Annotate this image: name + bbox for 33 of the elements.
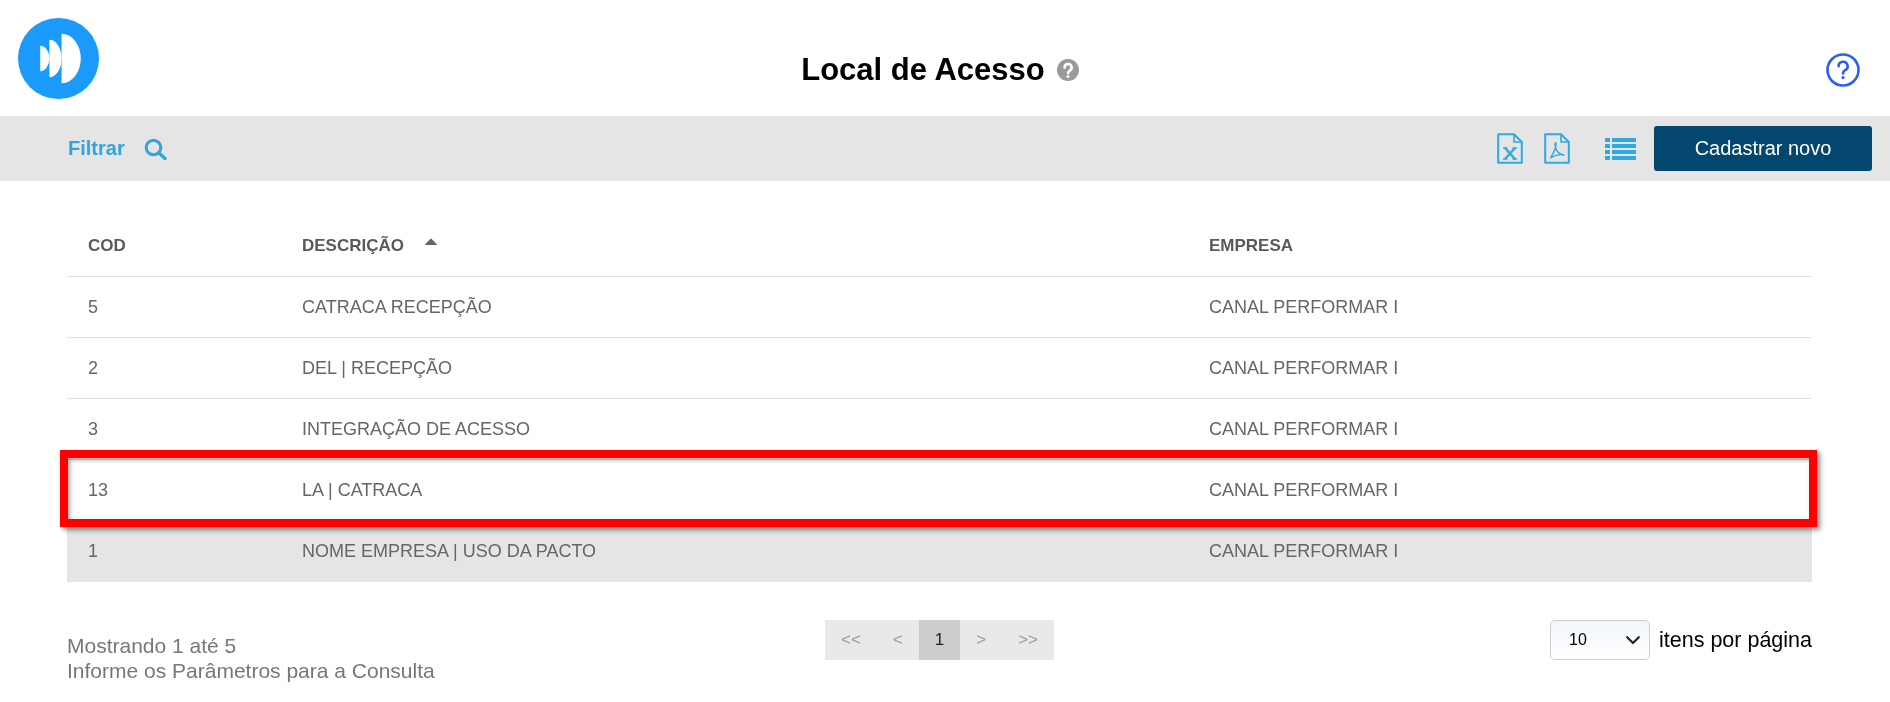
results-summary: Mostrando 1 até 5 (67, 633, 237, 658)
table-cell: CANAL PERFORMAR I (1209, 479, 1399, 501)
table-cell: CANAL PERFORMAR I (1209, 296, 1399, 318)
table-cell: 5 (88, 296, 98, 318)
table-cell: INTEGRAÇÃO DE ACESSO (302, 418, 531, 440)
table-cell: CANAL PERFORMAR I (1209, 357, 1399, 379)
page-title: Local de Acesso (801, 52, 1045, 88)
pdf-file-icon[interactable] (1544, 133, 1570, 164)
table-cell: CANAL PERFORMAR I (1209, 418, 1399, 440)
column-header[interactable]: EMPRESA (1209, 235, 1294, 256)
search-icon (143, 137, 167, 160)
pagination-button[interactable]: 1 (918, 620, 961, 660)
column-header[interactable]: DESCRIÇÃO (302, 235, 404, 256)
table-cell: CANAL PERFORMAR I (1209, 540, 1399, 562)
table-cell: CATRACA RECEPÇÃO (302, 296, 492, 318)
list-view-icon[interactable] (1605, 137, 1636, 160)
spreadsheet-file-icon[interactable] (1497, 133, 1523, 164)
table-cell: DEL | RECEPÇÃO (302, 357, 453, 379)
chevron-down-icon (1626, 635, 1640, 645)
logo-icon (18, 17, 99, 99)
query-hint: Informe os Parâmetros para a Consulta (67, 658, 435, 683)
help-icon[interactable] (1826, 53, 1860, 87)
table-cell: 3 (88, 418, 98, 440)
column-header[interactable]: COD (88, 235, 126, 256)
table-cell: 13 (88, 479, 109, 501)
table-cell: 2 (88, 357, 98, 379)
page-size-select[interactable]: 10 (1550, 620, 1650, 660)
table-cell: 1 (88, 540, 98, 562)
table-cell: LA | CATRACA (302, 479, 423, 501)
help-icon[interactable] (1056, 59, 1079, 81)
register-new-button[interactable]: Cadastrar novo (1654, 126, 1872, 171)
table-cell: NOME EMPRESA | USO DA PACTO (302, 540, 597, 562)
page-size-label: itens por página (1659, 627, 1812, 653)
